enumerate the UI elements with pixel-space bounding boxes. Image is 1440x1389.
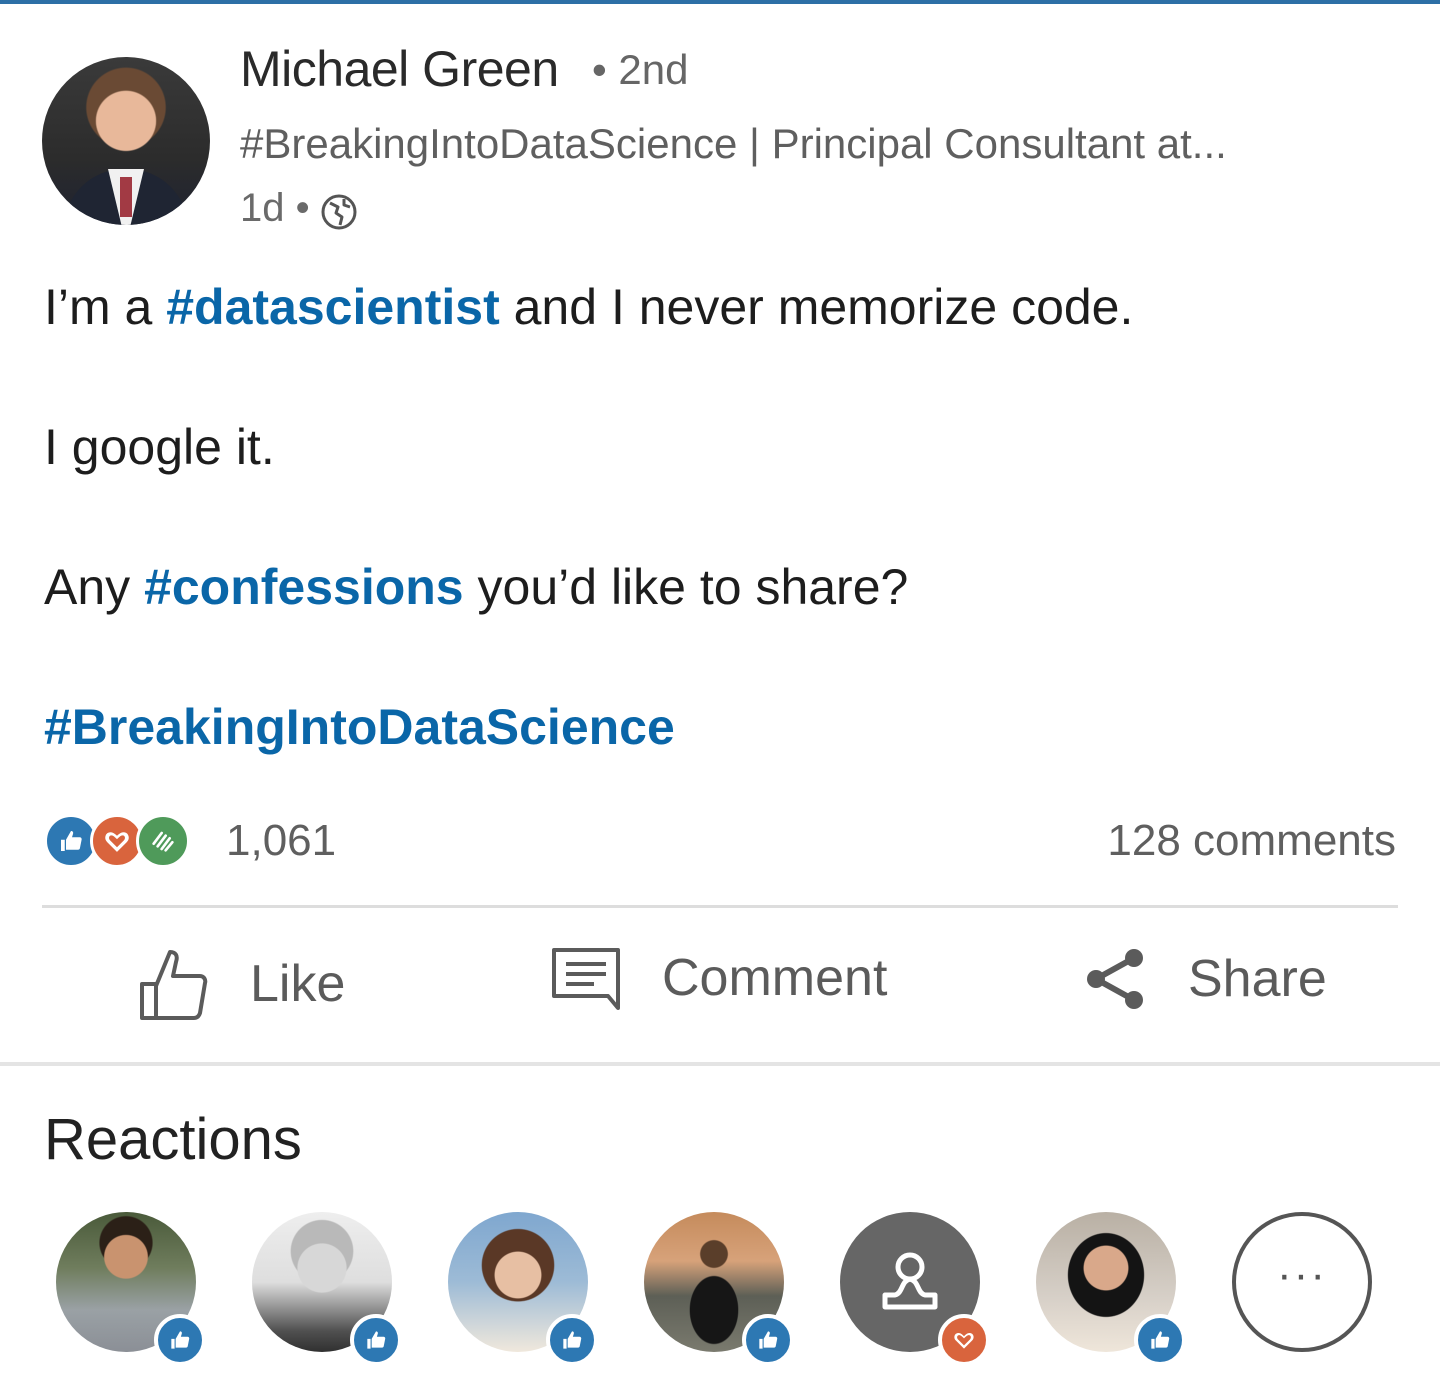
- author-avatar[interactable]: [42, 57, 210, 225]
- avatar-tie: [120, 177, 132, 217]
- hashtag-link[interactable]: #datascientist: [166, 279, 499, 335]
- comment-button[interactable]: Comment: [550, 946, 887, 1010]
- like-badge-icon: [1134, 1314, 1186, 1366]
- reactor-avatar[interactable]: [56, 1212, 206, 1366]
- celebrate-icon: [136, 814, 190, 868]
- post-meta: 1d •: [240, 186, 358, 231]
- like-button[interactable]: Like: [138, 946, 345, 1022]
- like-badge-icon: [154, 1314, 206, 1366]
- post-text-line: Any #confessions you’d like to share?: [44, 558, 908, 616]
- author-name[interactable]: Michael Green: [240, 40, 559, 98]
- like-badge-icon: [742, 1314, 794, 1366]
- post-text-line: I google it.: [44, 419, 275, 475]
- top-border: [0, 0, 1440, 4]
- love-badge-icon: [938, 1314, 990, 1366]
- divider: [42, 905, 1398, 908]
- hashtag-link[interactable]: #confessions: [144, 559, 464, 615]
- text-segment: you’d like to share?: [463, 559, 909, 615]
- like-badge-icon: [546, 1314, 598, 1366]
- connection-degree: • 2nd: [592, 46, 689, 93]
- comment-label: Comment: [662, 949, 888, 1007]
- more-reactions-button[interactable]: ···: [1232, 1212, 1372, 1352]
- thumbs-up-icon: [140, 950, 208, 1020]
- reactor-avatar[interactable]: [840, 1212, 990, 1366]
- text-segment: Any: [44, 559, 145, 615]
- share-label: Share: [1188, 950, 1327, 1008]
- section-divider: [0, 1062, 1440, 1066]
- post-age: 1d •: [240, 186, 310, 230]
- person-placeholder-icon: [882, 1252, 938, 1310]
- share-icon: [1087, 949, 1143, 1009]
- reactions-summary[interactable]: [44, 814, 190, 868]
- text-segment: I’m a: [44, 279, 167, 335]
- like-badge-icon: [350, 1314, 402, 1366]
- text-segment: and I never memorize code.: [499, 279, 1134, 335]
- globe-icon: [321, 194, 357, 229]
- like-label: Like: [250, 955, 346, 1013]
- reactor-avatar[interactable]: [644, 1212, 794, 1366]
- share-button[interactable]: Share: [1082, 946, 1327, 1012]
- post-text-line: #BreakingIntoDataScience: [44, 698, 675, 756]
- reactor-avatar[interactable]: [448, 1212, 598, 1366]
- hashtag-link[interactable]: #BreakingIntoDataScience: [44, 699, 675, 755]
- comments-count[interactable]: 128 comments: [1107, 816, 1396, 866]
- comment-icon: [552, 948, 620, 1010]
- author-headline: #BreakingIntoDataScience | Principal Con…: [240, 120, 1227, 167]
- reaction-count[interactable]: 1,061: [226, 816, 336, 866]
- reactions-heading: Reactions: [44, 1107, 302, 1172]
- post-text-line: I’m a #datascientist and I never memoriz…: [44, 278, 1133, 336]
- reactor-avatar[interactable]: [252, 1212, 402, 1366]
- reactor-avatar[interactable]: [1036, 1212, 1186, 1366]
